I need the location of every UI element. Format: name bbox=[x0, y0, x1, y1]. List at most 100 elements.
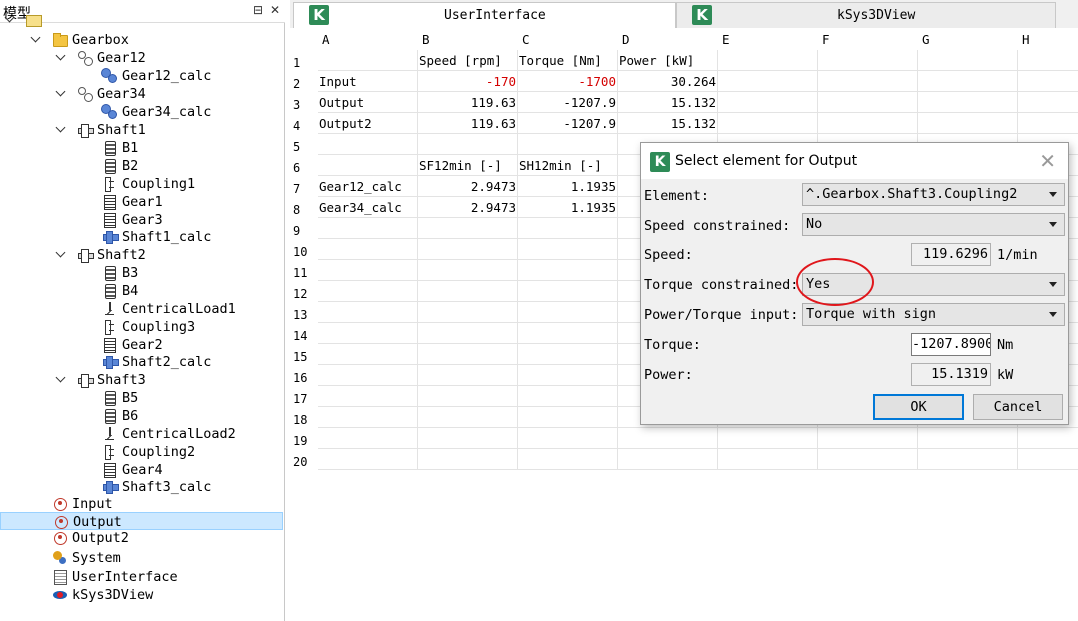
tree-item[interactable]: Output2 bbox=[0, 529, 283, 547]
table-cell[interactable] bbox=[518, 386, 618, 407]
ok-button[interactable]: OK bbox=[873, 394, 964, 420]
row-number[interactable]: 4 bbox=[293, 116, 318, 137]
row-number[interactable]: 19 bbox=[293, 431, 318, 452]
chevron-down-icon[interactable] bbox=[55, 248, 67, 260]
tree-item[interactable]: Gear12_calc bbox=[0, 67, 283, 85]
row-number[interactable]: 1 bbox=[293, 53, 318, 74]
table-cell[interactable] bbox=[418, 134, 518, 155]
table-cell[interactable]: -1207.9 bbox=[518, 92, 618, 113]
table-cell[interactable] bbox=[518, 365, 618, 386]
table-cell[interactable] bbox=[418, 407, 518, 428]
column-header[interactable]: F bbox=[822, 32, 830, 47]
tab-userinterface[interactable]: K UserInterface bbox=[293, 2, 676, 28]
column-header[interactable]: C bbox=[522, 32, 530, 47]
table-cell[interactable] bbox=[718, 71, 818, 92]
table-cell[interactable] bbox=[718, 449, 818, 470]
table-cell[interactable] bbox=[518, 344, 618, 365]
table-cell[interactable] bbox=[318, 323, 418, 344]
row-number[interactable]: 12 bbox=[293, 284, 318, 305]
table-cell[interactable]: Power [kW] bbox=[618, 50, 718, 71]
row-number[interactable]: 18 bbox=[293, 410, 318, 431]
table-cell[interactable]: SF12min [-] bbox=[418, 155, 518, 176]
row-number[interactable]: 6 bbox=[293, 158, 318, 179]
chevron-down-icon[interactable] bbox=[55, 51, 67, 63]
row-number[interactable]: 20 bbox=[293, 452, 318, 473]
table-cell[interactable] bbox=[518, 134, 618, 155]
row-number[interactable]: 5 bbox=[293, 137, 318, 158]
column-header[interactable]: A bbox=[322, 32, 330, 47]
table-cell[interactable] bbox=[1018, 92, 1078, 113]
table-cell[interactable] bbox=[718, 50, 818, 71]
tree-item[interactable]: Shaft2_calc bbox=[0, 353, 283, 371]
table-cell[interactable] bbox=[318, 365, 418, 386]
column-header[interactable]: B bbox=[422, 32, 430, 47]
table-cell[interactable] bbox=[1018, 50, 1078, 71]
table-cell[interactable] bbox=[418, 365, 518, 386]
table-cell[interactable] bbox=[318, 449, 418, 470]
table-cell[interactable] bbox=[418, 428, 518, 449]
tree-item[interactable]: UserInterface bbox=[0, 568, 283, 586]
table-cell[interactable]: 15.132 bbox=[618, 92, 718, 113]
tree-item[interactable]: Coupling2 bbox=[0, 443, 283, 461]
table-cell[interactable] bbox=[618, 428, 718, 449]
tree-item[interactable]: CentricalLoad1 bbox=[0, 300, 283, 318]
row-number[interactable]: 2 bbox=[293, 74, 318, 95]
power-torque-input-select[interactable]: Torque with sign bbox=[802, 303, 1065, 326]
row-number[interactable]: 11 bbox=[293, 263, 318, 284]
tree-item[interactable]: Shaft1_calc bbox=[0, 228, 283, 246]
table-cell[interactable] bbox=[318, 218, 418, 239]
table-cell[interactable] bbox=[418, 302, 518, 323]
table-cell[interactable]: Torque [Nm] bbox=[518, 50, 618, 71]
chevron-down-icon[interactable] bbox=[55, 87, 67, 99]
element-select[interactable]: ^.Gearbox.Shaft3.Coupling2 bbox=[802, 183, 1065, 206]
table-cell[interactable]: Output2 bbox=[318, 113, 418, 134]
table-cell[interactable]: -1700 bbox=[518, 71, 618, 92]
table-cell[interactable] bbox=[418, 386, 518, 407]
table-cell[interactable] bbox=[818, 428, 918, 449]
tree-item[interactable]: CentricalLoad2 bbox=[0, 425, 283, 443]
table-cell[interactable] bbox=[918, 92, 1018, 113]
table-cell[interactable] bbox=[318, 302, 418, 323]
tree-item[interactable]: System bbox=[0, 549, 283, 567]
tree-item[interactable]: Gearbox bbox=[0, 31, 283, 49]
table-cell[interactable] bbox=[1018, 113, 1078, 134]
table-cell[interactable]: 1.1935 bbox=[518, 197, 618, 218]
table-cell[interactable] bbox=[518, 281, 618, 302]
table-cell[interactable] bbox=[718, 92, 818, 113]
tree-item[interactable]: Shaft3 bbox=[0, 371, 283, 389]
tree-item[interactable]: Gear1 bbox=[0, 193, 283, 211]
table-cell[interactable]: 2.9473 bbox=[418, 197, 518, 218]
table-cell[interactable] bbox=[818, 92, 918, 113]
table-cell[interactable]: Speed [rpm] bbox=[418, 50, 518, 71]
row-number[interactable]: 14 bbox=[293, 326, 318, 347]
tree-item[interactable]: Coupling1 bbox=[0, 175, 283, 193]
table-cell[interactable]: 119.63 bbox=[418, 113, 518, 134]
row-number[interactable]: 17 bbox=[293, 389, 318, 410]
table-cell[interactable] bbox=[718, 428, 818, 449]
tree-item[interactable]: Shaft3_calc bbox=[0, 478, 283, 496]
column-header[interactable]: H bbox=[1022, 32, 1030, 47]
chevron-down-icon[interactable] bbox=[55, 123, 67, 135]
chevron-down-icon[interactable] bbox=[30, 33, 42, 45]
tree-item[interactable]: B4 bbox=[0, 282, 283, 300]
table-cell[interactable]: Gear12_calc bbox=[318, 176, 418, 197]
table-cell[interactable] bbox=[618, 449, 718, 470]
tree-item[interactable]: B5 bbox=[0, 389, 283, 407]
tree-item[interactable]: Gear34_calc bbox=[0, 103, 283, 121]
table-cell[interactable] bbox=[718, 113, 818, 134]
table-cell[interactable]: 1.1935 bbox=[518, 176, 618, 197]
table-cell[interactable] bbox=[518, 302, 618, 323]
tree-item[interactable]: Shaft2 bbox=[0, 246, 283, 264]
table-cell[interactable] bbox=[918, 113, 1018, 134]
table-cell[interactable] bbox=[518, 218, 618, 239]
table-cell[interactable] bbox=[418, 281, 518, 302]
table-cell[interactable]: Output bbox=[318, 92, 418, 113]
table-cell[interactable] bbox=[918, 50, 1018, 71]
tree-item[interactable]: Output bbox=[0, 512, 283, 530]
chevron-down-icon[interactable] bbox=[55, 373, 67, 385]
table-cell[interactable]: 15.132 bbox=[618, 113, 718, 134]
table-cell[interactable] bbox=[418, 344, 518, 365]
table-cell[interactable] bbox=[418, 218, 518, 239]
table-cell[interactable]: -170 bbox=[418, 71, 518, 92]
row-number[interactable]: 8 bbox=[293, 200, 318, 221]
